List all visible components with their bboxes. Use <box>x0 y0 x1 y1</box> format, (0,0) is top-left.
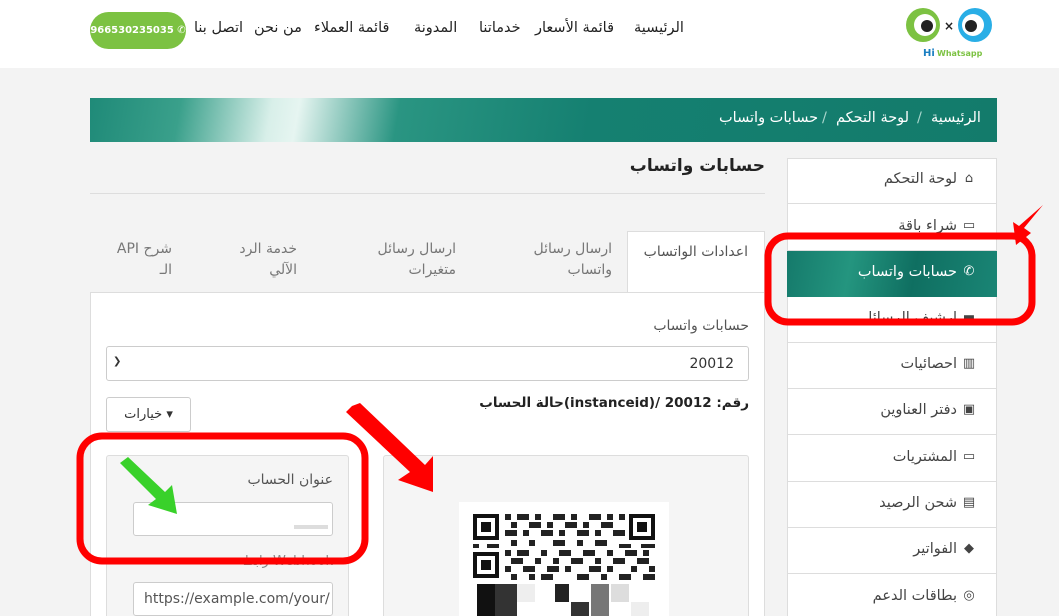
svg-text:Whatsapp: Whatsapp <box>937 49 983 58</box>
whatsapp-icon: ✆ <box>177 25 186 36</box>
whatsapp-icon: ✆ <box>963 264 975 279</box>
nav-pricing[interactable]: قائمة الأسعار <box>535 20 614 36</box>
account-select[interactable]: 20012 ❯ <box>106 346 749 381</box>
nav-clients[interactable]: قائمة العملاء <box>314 20 389 36</box>
sidebar-item-label: حسابات واتساب <box>857 264 957 280</box>
sidebar-item-label: شحن الرصيد <box>879 495 957 511</box>
sidebar-item-label: دفتر العناوين <box>880 402 957 418</box>
sidebar-item-support[interactable]: ◎ بطاقات الدعم <box>787 575 997 616</box>
svg-text:×: × <box>944 19 954 33</box>
sidebar-item-recharge[interactable]: ▤ شحن الرصيد <box>787 482 997 528</box>
basket-icon: ▭ <box>962 218 976 233</box>
sidebar-item-label: المشتريات <box>892 449 957 465</box>
breadcrumb-dashboard[interactable]: لوحة التحكم <box>836 110 909 126</box>
sidebar-item-label: شراء باقة <box>898 218 957 234</box>
account-select-value: 20012 <box>689 356 734 372</box>
chevron-down-icon: ❯ <box>113 356 122 367</box>
tab-whatsapp-settings[interactable]: اعدادات الواتساب <box>627 231 765 293</box>
account-title-input[interactable] <box>133 502 333 536</box>
sidebar-item-whatsapp-accounts[interactable]: ✆ حسابات واتساب <box>787 251 997 297</box>
sidebar-item-address-book[interactable]: ▣ دفتر العناوين <box>787 389 997 435</box>
options-dropdown-button[interactable]: خيارات ▾ <box>106 397 191 432</box>
tab-auto-reply[interactable]: خدمة الرد الآلي <box>217 239 297 281</box>
page-title: حسابات واتساب <box>629 156 765 176</box>
tags-icon: ◆ <box>964 541 974 556</box>
tab-send-variable-messages[interactable]: ارسال رسائل متغيرات <box>372 239 456 281</box>
phone-number: 966530235035 <box>90 25 174 36</box>
divider <box>90 193 765 194</box>
red-arrow-sidebar <box>1013 205 1043 245</box>
support-icon: ◎ <box>963 588 975 603</box>
sidebar-item-label: ارشيف الرسائل <box>861 310 957 326</box>
sidebar-item-label: الفواتير <box>913 541 957 557</box>
sidebar-item-label: بطاقات الدعم <box>872 588 957 604</box>
basket-icon: ▭ <box>962 449 976 464</box>
sidebar-item-invoices[interactable]: ◆ الفواتير <box>787 528 997 574</box>
breadcrumb-home[interactable]: الرئيسية <box>931 110 981 126</box>
breadcrumb-current: حسابات واتساب <box>719 110 819 126</box>
nav-blog[interactable]: المدونة <box>414 20 457 36</box>
sidebar-item-buy-package[interactable]: ▭ شراء باقة <box>787 205 997 251</box>
nav-services[interactable]: خدماتنا <box>479 20 521 36</box>
nav-contact[interactable]: اتصل بنا <box>194 20 243 36</box>
tab-api-docs[interactable]: API شرح الـ <box>110 239 172 281</box>
qr-code[interactable] <box>459 502 669 616</box>
breadcrumb-separator: / <box>822 110 827 126</box>
sidebar-item-label: احصائيات <box>900 356 957 372</box>
archive-icon: ▬ <box>962 310 976 325</box>
options-label: خيارات <box>124 407 163 422</box>
sidebar-item-purchases[interactable]: ▭ المشتريات <box>787 436 997 482</box>
account-status: حالة الحساب(instanceid)/ رقم: 20012 <box>479 395 749 411</box>
address-book-icon: ▣ <box>962 402 976 417</box>
home-icon: ⌂ <box>964 171 974 186</box>
phone-whatsapp-button[interactable]: 966530235035 ✆ <box>90 12 186 49</box>
webhook-label: رابط Webhook <box>242 554 333 569</box>
nav-home[interactable]: الرئيسية <box>634 20 684 36</box>
account-title-label: عنوان الحساب <box>247 472 333 488</box>
sidebar-item-archive[interactable]: ▬ ارشيف الرسائل <box>787 297 997 343</box>
input-placeholder-bar <box>294 525 328 529</box>
account-select-label: حسابات واتساب <box>653 318 749 334</box>
tab-send-messages[interactable]: ارسال رسائل واتساب <box>512 239 612 281</box>
bar-chart-icon: ▥ <box>962 356 976 371</box>
hi-whatsapp-logo[interactable]: × Hi Whatsapp <box>903 4 997 60</box>
nav-about[interactable]: من نحن <box>254 20 302 36</box>
sidebar-item-statistics[interactable]: ▥ احصائيات <box>787 343 997 389</box>
svg-text:Hi: Hi <box>923 48 935 59</box>
sidebar-item-label: لوحة التحكم <box>883 171 957 187</box>
credit-card-icon: ▤ <box>962 495 976 510</box>
sidebar-item-dashboard[interactable]: ⌂ لوحة التحكم <box>787 158 997 204</box>
caret-down-icon: ▾ <box>166 407 173 422</box>
webhook-url-input[interactable]: https://example.com/your/ <box>133 582 333 616</box>
breadcrumb-separator: / <box>917 110 922 126</box>
